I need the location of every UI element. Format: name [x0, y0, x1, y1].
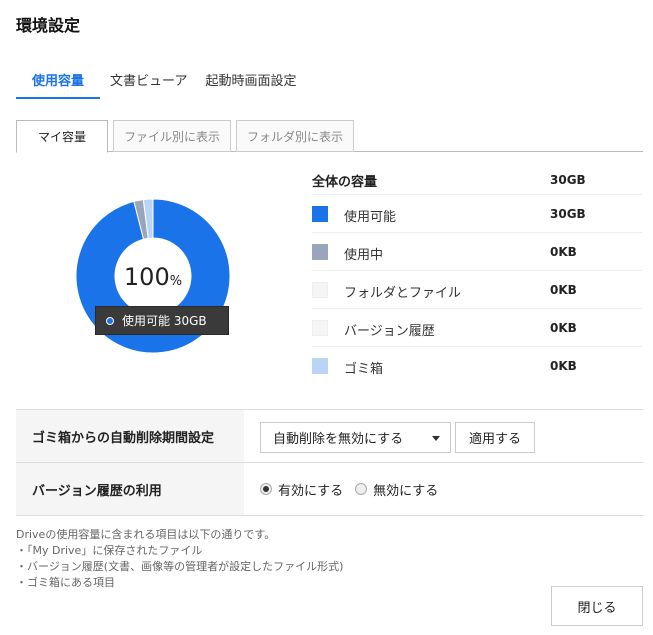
tooltip-dot-icon	[106, 316, 114, 325]
legend-value-version-history: 0KB	[550, 321, 577, 335]
legend-swatch-version-history	[312, 320, 328, 336]
tab-startup-screen[interactable]: 起動時画面設定	[206, 66, 297, 99]
legend-value-trash: 0KB	[550, 359, 577, 373]
apply-button[interactable]: 適用する	[455, 422, 535, 453]
legend-label-folders-files: フォルダとファイル	[344, 286, 462, 301]
donut-percent: 100%	[123, 263, 183, 291]
subtab-by-folder[interactable]: フォルダ別に表示	[236, 120, 354, 152]
main-tabs: 使用容量 文書ビューア 起動時画面設定	[16, 66, 315, 100]
version-history-row: バージョン履歴の利用 有効にする 無効にする	[16, 463, 643, 516]
legend-item-available: 使用可能 30GB	[312, 195, 642, 233]
tab-document-viewer[interactable]: 文書ビューア	[110, 66, 187, 99]
legend-item-folders-files: フォルダとファイル 0KB	[312, 271, 642, 309]
radio-disable[interactable]: 無効にする	[355, 480, 438, 499]
radio-disable-label: 無効にする	[373, 483, 439, 499]
caret-down-icon	[432, 436, 440, 441]
legend-item-trash: ゴミ箱 0KB	[312, 347, 642, 385]
note-line: ・「My Drive」に保存されたファイル	[16, 544, 203, 557]
legend-value-folders-files: 0KB	[550, 283, 577, 297]
legend-label-version-history: バージョン履歴	[344, 324, 435, 339]
note-line: ・バージョン履歴(文書、画像等の管理者が設定したファイル形式)	[16, 560, 344, 573]
radio-checked-icon	[260, 483, 272, 495]
auto-delete-select[interactable]: 自動削除を無効にする	[260, 422, 451, 453]
radio-enable-label: 有効にする	[278, 483, 344, 499]
legend-label-trash: ゴミ箱	[344, 362, 384, 377]
donut-tooltip: 使用可能 30GB	[95, 306, 229, 335]
legend-total-value: 30GB	[550, 173, 586, 187]
close-button[interactable]: 閉じる	[551, 586, 643, 626]
subtab-my-storage[interactable]: マイ容量	[16, 120, 108, 153]
note-line: Driveの使用容量に含まれる項目は以下の通りです。	[16, 528, 276, 541]
legend-swatch-available	[312, 206, 328, 222]
legend-total-label: 全体の容量	[312, 175, 378, 190]
legend-label-available: 使用可能	[344, 210, 397, 225]
version-history-label: バージョン履歴の利用	[16, 463, 244, 515]
version-history-radio-group: 有効にする 無効にする	[260, 463, 450, 515]
dialog-title: 環境設定	[16, 16, 81, 35]
auto-delete-select-value: 自動削除を無効にする	[273, 432, 404, 447]
trash-auto-delete-label: ゴミ箱からの自動削除期間設定	[16, 410, 244, 462]
storage-subtabs: マイ容量 ファイル別に表示 フォルダ別に表示	[16, 120, 643, 153]
trash-auto-delete-row: ゴミ箱からの自動削除期間設定 自動削除を無効にする 適用する	[16, 410, 643, 463]
legend-swatch-used	[312, 244, 328, 260]
tooltip-text: 使用可能 30GB	[122, 314, 207, 328]
note-line: ・ゴミ箱にある項目	[16, 576, 115, 589]
legend-total-row: 全体の容量 30GB	[312, 165, 642, 195]
legend-value-used: 0KB	[550, 245, 577, 259]
subtab-by-file[interactable]: ファイル別に表示	[113, 120, 231, 152]
storage-legend: 全体の容量 30GB 使用可能 30GB 使用中 0KB フォルダとファイル 0…	[312, 165, 642, 385]
storage-notes: Driveの使用容量に含まれる項目は以下の通りです。 ・「My Drive」に保…	[16, 527, 343, 591]
legend-item-used: 使用中 0KB	[312, 233, 642, 271]
settings-table: ゴミ箱からの自動削除期間設定 自動削除を無効にする 適用する バージョン履歴の利…	[16, 409, 643, 516]
radio-enable[interactable]: 有効にする	[260, 480, 343, 499]
legend-item-version-history: バージョン履歴 0KB	[312, 309, 642, 347]
radio-unchecked-icon	[355, 483, 368, 495]
legend-value-available: 30GB	[550, 207, 586, 221]
tab-storage-usage[interactable]: 使用容量	[16, 66, 101, 99]
legend-swatch-folders-files	[312, 282, 328, 298]
legend-swatch-trash	[312, 358, 328, 374]
donut-percent-unit: %	[169, 274, 183, 289]
legend-label-used: 使用中	[344, 248, 384, 263]
